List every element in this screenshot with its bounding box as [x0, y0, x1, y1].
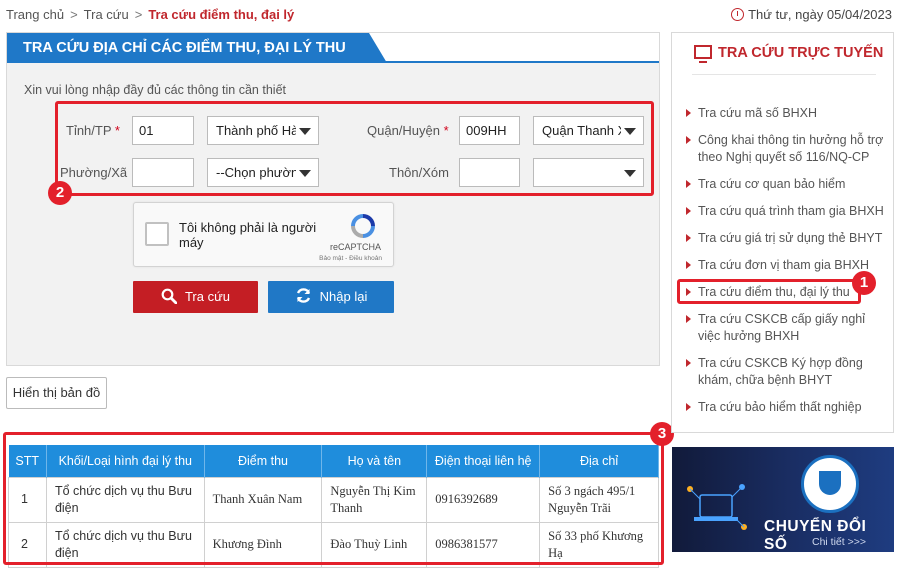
form-intro: Xin vui lòng nhập đầy đủ các thông tin c… — [24, 83, 286, 97]
current-date: Thứ tư, ngày 05/04/2023 — [731, 7, 892, 22]
search-icon — [161, 288, 177, 304]
reset-button-label: Nhập lại — [319, 289, 368, 304]
highlight-box-results — [3, 432, 664, 565]
banner-detail-link[interactable]: Chi tiết >>> — [812, 536, 866, 548]
refresh-icon — [296, 288, 310, 303]
sidebar-item[interactable]: Công khai thông tin hưởng hỗ trợ theo Ng… — [684, 132, 884, 166]
recaptcha-brand: reCAPTCHA — [329, 242, 381, 252]
sidebar-item[interactable]: Tra cứu quá trình tham gia BHXH — [684, 203, 884, 220]
search-button-label: Tra cứu — [184, 289, 231, 304]
recaptcha-checkbox[interactable] — [145, 222, 169, 246]
highlight-box-sidebar-item — [677, 279, 861, 304]
recaptcha-icon — [351, 214, 375, 238]
recaptcha-terms[interactable]: Bảo mật - Điều khoản — [319, 255, 382, 262]
sidebar-item[interactable]: Tra cứu giá trị sử dụng thẻ BHYT — [684, 230, 884, 247]
annotation-badge-2: 2 — [48, 181, 72, 205]
sidebar-list: Tra cứu mã số BHXH Công khai thông tin h… — [684, 105, 884, 426]
clock-icon — [731, 8, 745, 21]
digital-transformation-banner[interactable]: CHUYỂN ĐỔI SỐ Chi tiết >>> — [672, 447, 894, 552]
recaptcha-widget: Tôi không phải là người máy reCAPTCHA Bả… — [133, 202, 394, 267]
reset-button[interactable]: Nhập lại — [268, 281, 394, 313]
sidebar-item[interactable]: Tra cứu mã số BHXH — [684, 105, 884, 122]
date-text: Thứ tư, ngày 05/04/2023 — [748, 7, 892, 22]
recaptcha-label: Tôi không phải là người máy — [179, 220, 317, 250]
breadcrumb-separator: > — [70, 7, 78, 22]
sidebar-title-text: TRA CỨU TRỰC TUYẾN — [718, 45, 884, 61]
panel-header: TRA CỨU ĐỊA CHỈ CÁC ĐIỂM THU, ĐẠI LÝ THU — [7, 33, 659, 63]
technology-graphic-icon — [687, 484, 747, 530]
breadcrumb-separator: > — [134, 7, 143, 22]
panel-title: TRA CỨU ĐỊA CHỈ CÁC ĐIỂM THU, ĐẠI LÝ THU — [7, 33, 387, 63]
sidebar-item[interactable]: Tra cứu CSKCB cấp giấy nghỉ việc hưởng B… — [684, 311, 884, 345]
breadcrumb-current: Tra cứu điểm thu, đại lý — [148, 7, 295, 22]
breadcrumb: Trang chủ > Tra cứu > Tra cứu điểm thu, đại … — [6, 7, 294, 22]
sidebar-item[interactable]: Tra cứu đơn vị tham gia BHXH — [684, 257, 884, 274]
sidebar-title: TRA CỨU TRỰC TUYẾN — [694, 45, 884, 63]
show-map-button[interactable]: Hiển thị bản đồ — [6, 377, 107, 409]
vss-logo-icon — [801, 455, 859, 513]
breadcrumb-home[interactable]: Trang chủ — [6, 7, 64, 22]
divider — [692, 74, 876, 75]
search-button[interactable]: Tra cứu — [133, 281, 258, 313]
search-panel: TRA CỨU ĐỊA CHỈ CÁC ĐIỂM THU, ĐẠI LÝ THU… — [6, 32, 660, 366]
breadcrumb-section[interactable]: Tra cứu — [84, 7, 129, 22]
annotation-badge-1: 1 — [852, 271, 876, 295]
sidebar-item[interactable]: Tra cứu cơ quan bảo hiểm — [684, 176, 884, 193]
sidebar-item[interactable]: Tra cứu bảo hiểm thất nghiệp — [684, 399, 884, 416]
sidebar-item[interactable]: Tra cứu CSKCB Ký hợp đồng khám, chữa bện… — [684, 355, 884, 389]
highlight-box-form-fields — [55, 101, 654, 196]
online-lookup-sidebar: TRA CỨU TRỰC TUYẾN Tra cứu mã số BHXH Cô… — [671, 32, 894, 433]
monitor-icon — [694, 45, 712, 63]
